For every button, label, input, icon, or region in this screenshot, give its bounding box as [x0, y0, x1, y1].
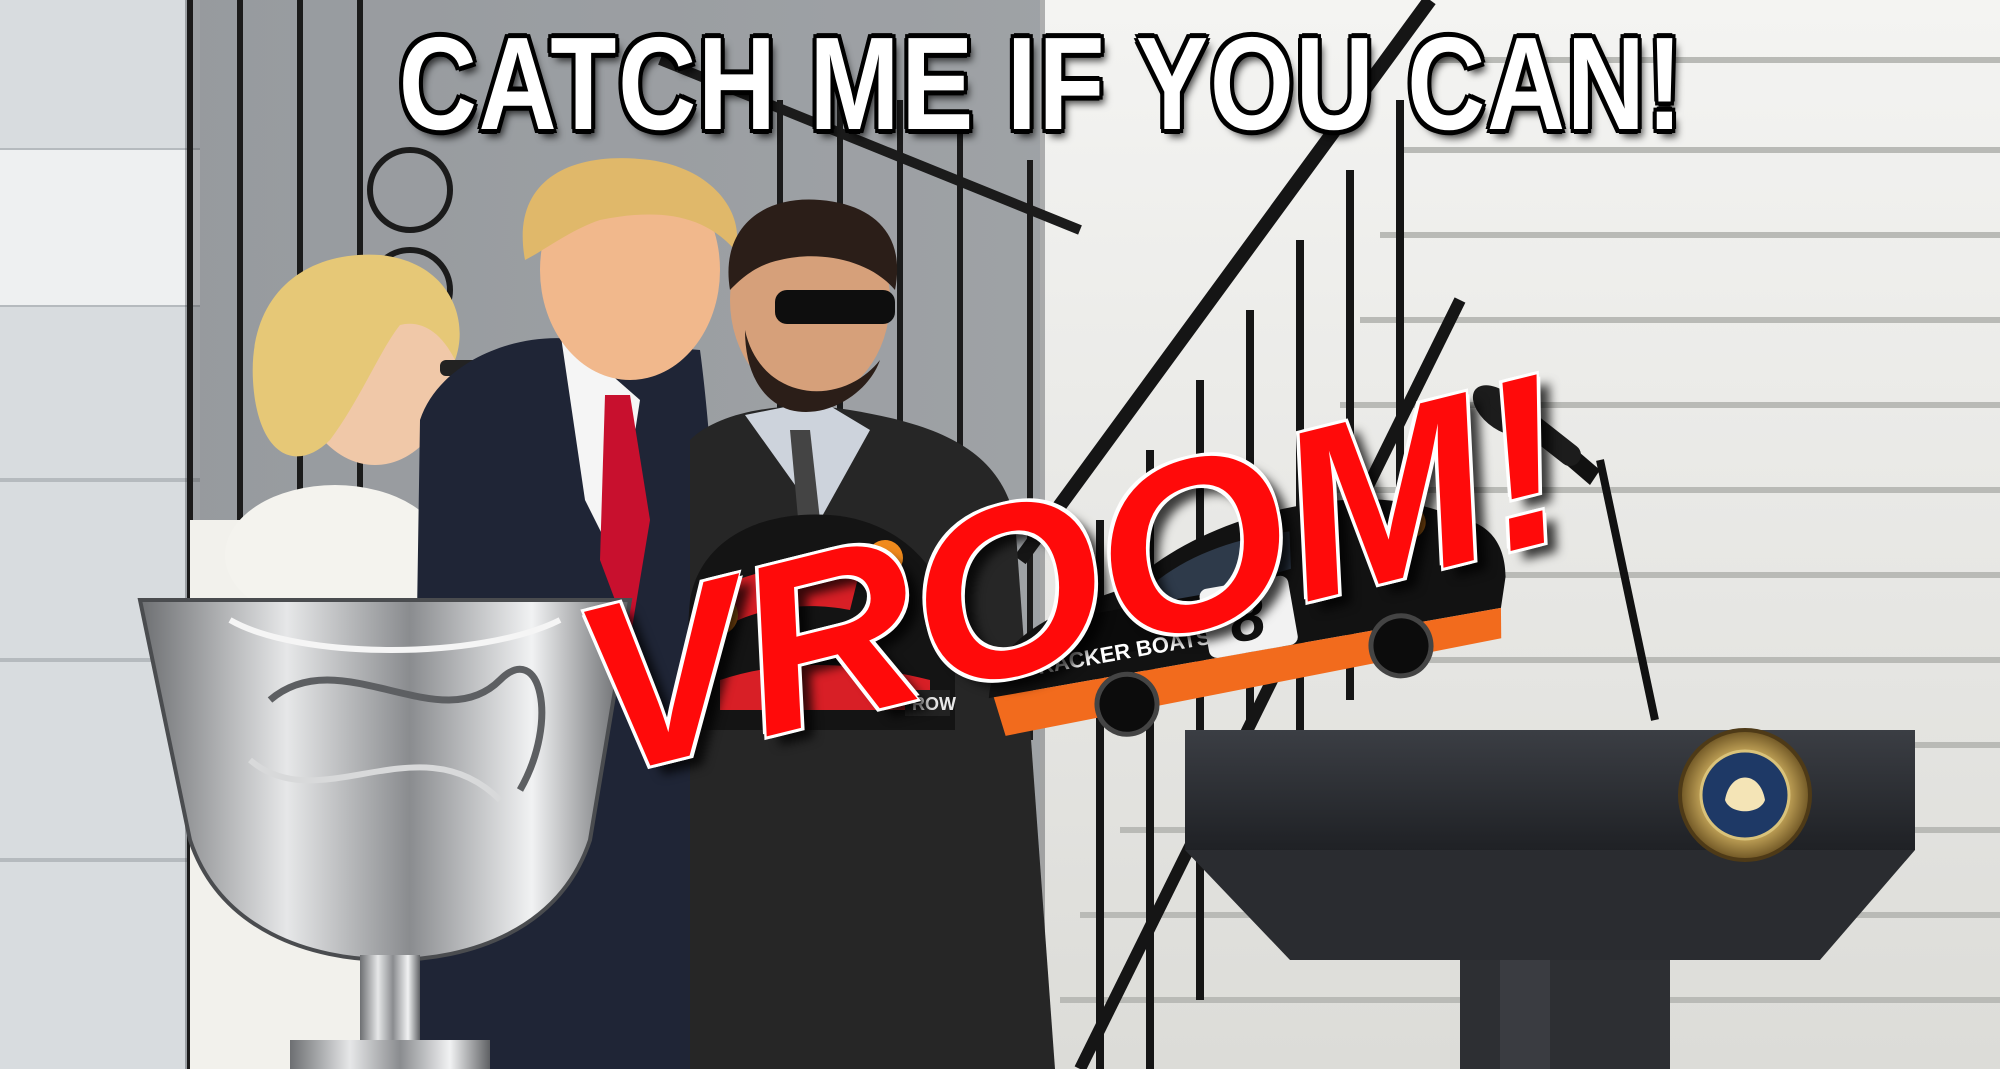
presidential-seal-icon	[1678, 728, 1812, 862]
meme-canvas: ROW 8 TRACKER BOATS CATCH ME IF YOU CAN!…	[0, 0, 2000, 1069]
top-caption: CATCH ME IF YOU CAN!	[398, 10, 1685, 157]
